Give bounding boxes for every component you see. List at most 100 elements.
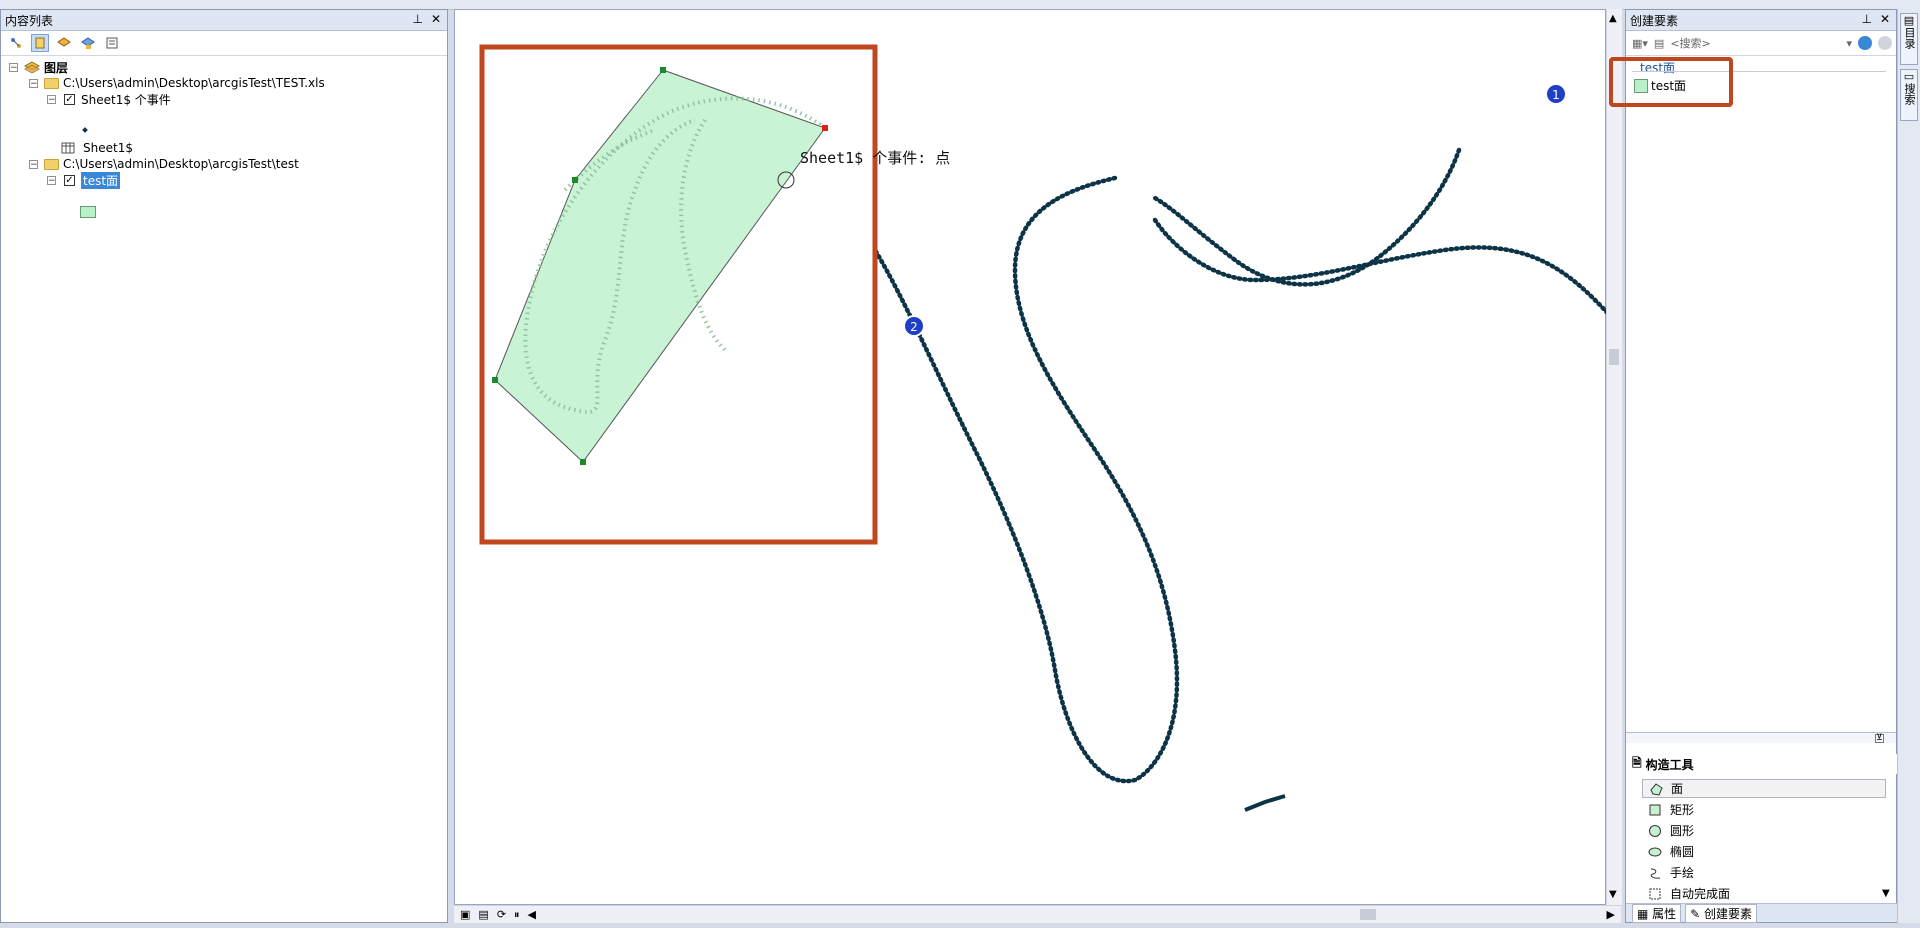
list-by-source-icon[interactable] (31, 34, 49, 52)
catalog-icon: ▤ (1903, 14, 1915, 27)
data-view-icon[interactable]: ▤ (478, 908, 488, 921)
tree-row-events-layer[interactable]: − ✓ Sheet1$ 个事件 (47, 90, 171, 108)
close-icon[interactable]: ✕ (1880, 12, 1890, 26)
search-side-tab[interactable]: ▭ 搜索 (1900, 69, 1918, 121)
refresh-icon[interactable]: ⟳ (497, 908, 506, 921)
circle-tool-icon (1649, 824, 1661, 837)
list-by-visibility-icon[interactable] (55, 34, 73, 52)
source-label: C:\Users\admin\Desktop\arcgisTest\TEST.x… (63, 76, 325, 90)
search-window-icon: ▭ (1903, 70, 1915, 83)
pin-icon[interactable]: ⊥ (1861, 12, 1871, 26)
panel-splitter[interactable] (1626, 732, 1896, 743)
tree-row-test-layer[interactable]: − ✓ test面 (47, 171, 121, 189)
toc-title-bar: 内容列表 ⊥ ✕ (1, 10, 447, 31)
map-view[interactable]: Sheet1$ 个事件: 点 1 2 (454, 9, 1858, 906)
gps-track-lines (872, 147, 1858, 784)
side-tab-label: 目录 (1903, 27, 1916, 49)
layer-label: Sheet1$ 个事件 (81, 92, 171, 107)
tool-ellipse[interactable]: 椭圆 (1642, 842, 1886, 861)
table-icon (61, 142, 75, 154)
catalog-side-tab[interactable]: ▤ 目录 (1900, 13, 1918, 65)
scroll-right-icon[interactable]: ▶ (1607, 908, 1615, 921)
create-features-title-bar: 创建要素 ⊥ ✕ (1626, 10, 1896, 31)
active-vertex-handle[interactable] (822, 125, 828, 131)
toc-toolbar (1, 31, 447, 56)
layers-icon (24, 61, 40, 74)
scroll-thumb[interactable] (1609, 349, 1619, 365)
tool-label: 面 (1671, 782, 1684, 796)
search-icon[interactable] (1858, 36, 1872, 50)
sketch-polygon[interactable] (494, 69, 826, 463)
tool-label: 圆形 (1670, 824, 1695, 838)
collapse-icon[interactable]: − (29, 78, 38, 88)
folder-icon (44, 158, 59, 170)
auto-complete-polygon-icon (1649, 888, 1661, 899)
rectangle-tool-icon (1649, 804, 1661, 815)
construction-tools-header: 🗎 构造工具 (1626, 754, 1902, 774)
selected-layer-label[interactable]: test面 (81, 171, 121, 189)
polygon-tool-icon (1650, 782, 1663, 796)
collapse-icon[interactable]: − (9, 62, 18, 72)
highlight-box (1609, 57, 1733, 107)
vertex-handle[interactable] (580, 459, 586, 465)
options-icon[interactable] (103, 34, 121, 52)
tool-label: 矩形 (1670, 803, 1695, 817)
template-filter-icon[interactable]: ▦▾ (1632, 37, 1648, 50)
tab-create-features[interactable]: ✎ 创建要素 (1685, 903, 1758, 923)
tool-rectangle[interactable]: 矩形 (1642, 800, 1886, 819)
collapse-icon[interactable]: − (47, 175, 56, 185)
dropdown-arrow-icon[interactable]: ▾ (1846, 37, 1852, 50)
freehand-tool-icon (1650, 868, 1661, 879)
tool-circle[interactable]: 圆形 (1642, 821, 1886, 840)
vertex-handle[interactable] (572, 177, 578, 183)
table-of-contents-panel: 内容列表 ⊥ ✕ − 图层 − C:\Users\admin\Desktop\a… (0, 9, 448, 923)
side-tab-label: 搜索 (1903, 83, 1916, 105)
source-label: C:\Users\admin\Desktop\arcgisTest\test (63, 157, 299, 171)
tab-attributes[interactable]: ▦ 属性 (1632, 903, 1682, 923)
table-label: Sheet1$ (83, 141, 133, 155)
close-icon[interactable]: ✕ (431, 12, 441, 26)
collapse-icon[interactable]: − (47, 94, 56, 104)
map-bottom-bar: ▣ ▤ ⟳ ⏸ ◀ ▶ (454, 905, 1621, 923)
track-end-segment (1244, 794, 1286, 812)
folder-icon (44, 77, 59, 89)
visibility-checkbox[interactable]: ✓ (64, 93, 75, 105)
ellipse-tool-icon (1648, 847, 1662, 856)
map-canvas[interactable]: Sheet1$ 个事件: 点 1 2 (455, 10, 1858, 906)
organize-templates-icon[interactable]: ▤ (1654, 37, 1664, 50)
construction-tools-title: 构造工具 (1645, 757, 1694, 772)
scroll-down-icon[interactable]: ▼ (1609, 889, 1617, 900)
construction-tools-icon: 🗎 (1632, 755, 1642, 770)
tool-freehand[interactable]: 手绘 (1642, 863, 1886, 882)
polygon-symbol-icon (80, 206, 96, 218)
collapse-panel-icon[interactable]: ⊻ (1875, 734, 1884, 743)
pin-icon[interactable]: ⊥ (412, 12, 422, 26)
marker-2-label: 2 (910, 320, 918, 334)
list-by-selection-icon[interactable] (79, 34, 97, 52)
scroll-up-icon[interactable]: ▲ (1609, 13, 1617, 24)
vertex-handle[interactable] (660, 67, 666, 73)
list-by-drawing-order-icon[interactable] (7, 34, 25, 52)
point-symbol-icon (82, 127, 88, 133)
vertex-handle[interactable] (492, 377, 498, 383)
tool-auto-complete-polygon[interactable]: 自动完成面 (1642, 884, 1886, 903)
horizontal-scroll-thumb[interactable] (1360, 909, 1376, 920)
tool-polygon[interactable]: 面 (1642, 779, 1886, 798)
panel-bottom-tabs: ▦ 属性 ✎ 创建要素 (1626, 903, 1902, 923)
template-toolbar: ▦▾ ▤ <搜索> ▾ (1626, 31, 1896, 56)
right-dock-sidebar: ▤ 目录 ▭ 搜索 (1897, 9, 1920, 923)
snap-tooltip: Sheet1$ 个事件: 点 (800, 149, 950, 167)
pause-icon[interactable]: ⏸ (514, 908, 520, 922)
search-input[interactable]: <搜索> (1670, 35, 1840, 51)
tab-label: 属性 (1652, 906, 1677, 921)
tools-scroll-down-icon[interactable]: ▼ (1882, 888, 1890, 899)
marker-1-label: 1 (1552, 88, 1560, 102)
clear-search-icon[interactable] (1878, 36, 1892, 50)
map-vertical-scrollbar[interactable]: ▲ ▼ (1606, 9, 1622, 905)
scroll-left-icon[interactable]: ◀ (528, 908, 536, 921)
layout-view-icon[interactable]: ▣ (460, 908, 470, 921)
tab-label: 创建要素 (1704, 906, 1753, 921)
collapse-icon[interactable]: − (29, 159, 38, 169)
tool-label: 手绘 (1670, 866, 1695, 880)
visibility-checkbox[interactable]: ✓ (64, 174, 75, 186)
